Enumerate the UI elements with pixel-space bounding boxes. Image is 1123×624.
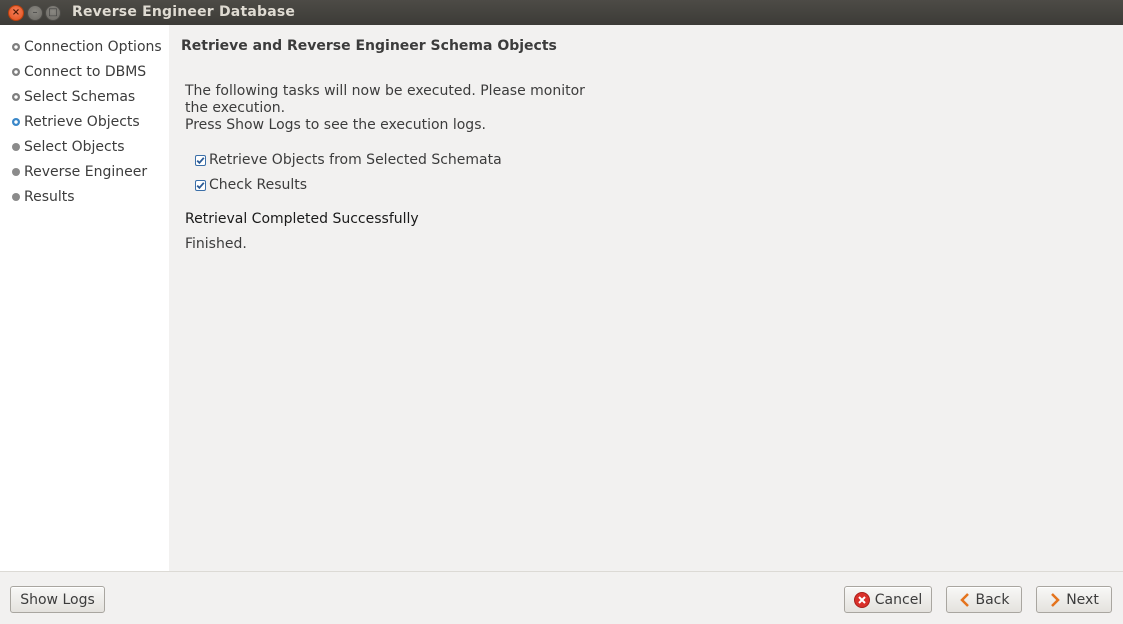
- step-pending-icon: [12, 193, 20, 201]
- description-line: Press Show Logs to see the execution log…: [185, 117, 486, 133]
- step-results: Results: [12, 187, 75, 207]
- step-select-schemas: Select Schemas: [12, 87, 135, 107]
- step-label: Retrieve Objects: [24, 114, 140, 130]
- step-label: Connection Options: [24, 39, 162, 55]
- step-connection-options: Connection Options: [12, 37, 162, 57]
- show-logs-label: Show Logs: [20, 591, 95, 608]
- step-label: Reverse Engineer: [24, 164, 148, 180]
- task-item: Retrieve Objects from Selected Schemata: [195, 150, 502, 170]
- chevron-right-icon: [1049, 592, 1061, 608]
- wizard-steps-sidebar: Connection Options Connect to DBMS Selec…: [0, 25, 169, 571]
- cancel-button[interactable]: Cancel: [844, 586, 932, 613]
- step-done-icon: [12, 43, 20, 51]
- next-button[interactable]: Next: [1036, 586, 1112, 613]
- step-retrieve-objects: Retrieve Objects: [12, 112, 140, 132]
- close-window-button[interactable]: ×: [8, 5, 24, 21]
- maximize-window-button[interactable]: □: [45, 5, 61, 21]
- next-label: Next: [1066, 591, 1099, 608]
- step-select-objects: Select Objects: [12, 137, 125, 157]
- task-item: Check Results: [195, 175, 307, 195]
- checkbox-checked-icon: [195, 154, 206, 166]
- show-logs-button[interactable]: Show Logs: [10, 586, 105, 613]
- step-done-icon: [12, 68, 20, 76]
- main-panel: Retrieve and Reverse Engineer Schema Obj…: [169, 25, 1123, 571]
- step-done-icon: [12, 93, 20, 101]
- step-connect-to-dbms: Connect to DBMS: [12, 62, 146, 82]
- status-title: Retrieval Completed Successfully: [185, 211, 419, 227]
- step-label: Connect to DBMS: [24, 64, 147, 80]
- step-label: Select Schemas: [24, 89, 136, 105]
- back-button[interactable]: Back: [946, 586, 1022, 613]
- footer-divider: [0, 571, 1123, 572]
- description-line: the execution.: [185, 100, 286, 116]
- status-text: Finished.: [185, 236, 247, 252]
- back-label: Back: [975, 591, 1010, 608]
- checkbox-checked-icon: [195, 179, 206, 191]
- window-title: Reverse Engineer Database: [72, 4, 296, 20]
- title-bar: × – □ Reverse Engineer Database: [0, 0, 1123, 25]
- step-label: Results: [24, 189, 75, 205]
- task-label: Check Results: [209, 177, 308, 193]
- cancel-label: Cancel: [874, 591, 923, 608]
- task-description: The following tasks will now be executed…: [185, 83, 585, 134]
- step-pending-icon: [12, 143, 20, 151]
- step-label: Select Objects: [24, 139, 125, 155]
- step-pending-icon: [12, 168, 20, 176]
- task-label: Retrieve Objects from Selected Schemata: [209, 152, 502, 168]
- page-title: Retrieve and Reverse Engineer Schema Obj…: [181, 38, 557, 54]
- chevron-left-icon: [959, 592, 971, 608]
- step-current-icon: [12, 118, 20, 126]
- minimize-window-button[interactable]: –: [27, 5, 43, 21]
- description-line: The following tasks will now be executed…: [185, 83, 585, 99]
- cancel-icon: [853, 591, 870, 608]
- step-reverse-engineer: Reverse Engineer: [12, 162, 147, 182]
